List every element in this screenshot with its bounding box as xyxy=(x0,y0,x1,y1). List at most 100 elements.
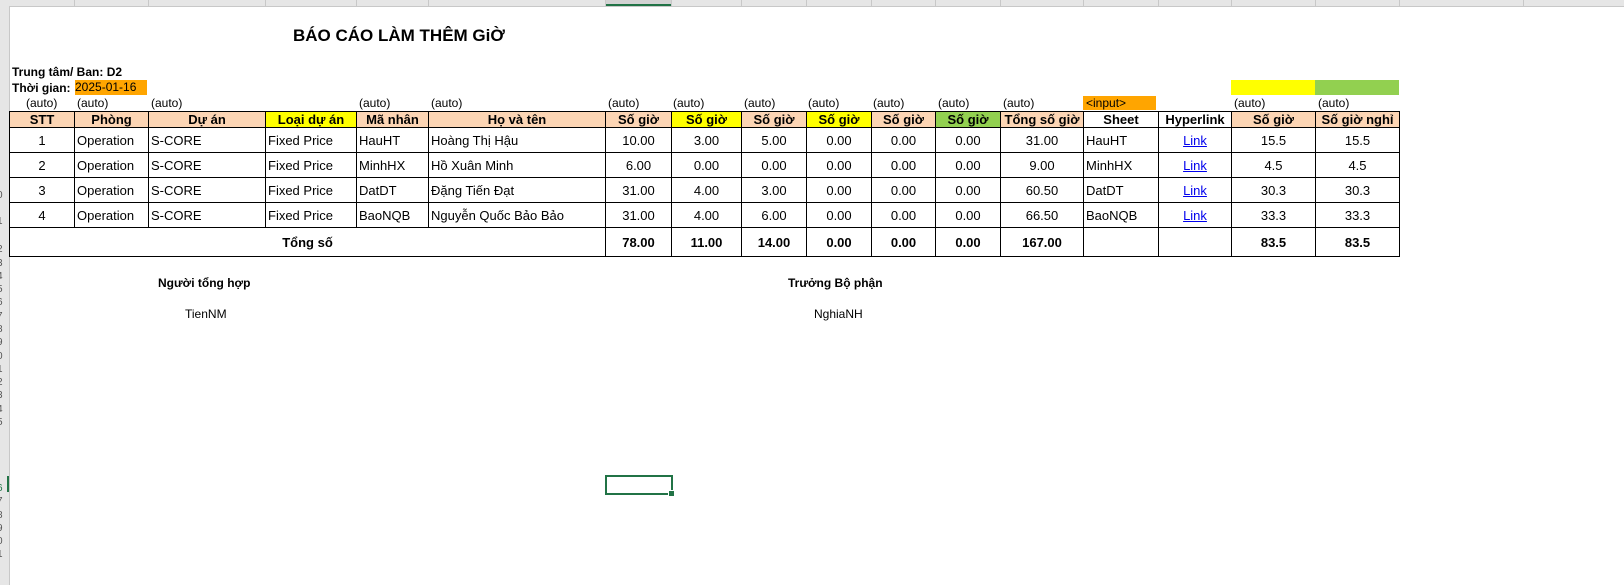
row-number[interactable]: 9 xyxy=(0,338,7,348)
auto-label[interactable]: (auto) xyxy=(1318,96,1349,110)
fill-handle[interactable] xyxy=(668,490,675,497)
cell-stt[interactable]: 3 xyxy=(9,177,75,203)
column-header-strip[interactable] xyxy=(0,0,1624,7)
hyperlink[interactable]: Link xyxy=(1183,158,1207,173)
yellow-swatch-cell[interactable] xyxy=(1231,80,1315,95)
compiler-label[interactable]: Người tổng hợp xyxy=(158,276,250,290)
cell-hours[interactable]: 4.00 xyxy=(671,202,742,228)
cell-full-name[interactable]: Hồ Xuân Minh xyxy=(428,152,606,178)
cell-total-hours[interactable]: 31.00 xyxy=(1000,127,1084,153)
cell-hours[interactable]: 5.00 xyxy=(741,127,807,153)
cell-hours[interactable]: 0.00 xyxy=(935,152,1001,178)
cell-hours[interactable]: 6.00 xyxy=(741,202,807,228)
row-number[interactable]: 5 xyxy=(0,418,7,428)
cell-hours[interactable]: 0.00 xyxy=(806,152,872,178)
header-cell[interactable]: Số giờ nghỉ xyxy=(1315,111,1400,128)
cell-employee-code[interactable]: MinhHX xyxy=(356,152,429,178)
cell-hours-extra[interactable]: 33.3 xyxy=(1231,202,1316,228)
cell-project[interactable]: S-CORE xyxy=(148,177,266,203)
cell-department[interactable]: Operation xyxy=(74,177,149,203)
cell-hours[interactable]: 0.00 xyxy=(806,202,872,228)
cell-project[interactable]: S-CORE xyxy=(148,127,266,153)
time-label[interactable]: Thời gian: xyxy=(12,81,71,95)
cell-sheet[interactable]: HauHT xyxy=(1083,127,1159,153)
cell-hours-extra[interactable]: 4.5 xyxy=(1231,152,1316,178)
cell-employee-code[interactable]: BaoNQB xyxy=(356,202,429,228)
center-line[interactable]: Trung tâm/ Ban: D2 xyxy=(12,65,122,79)
selected-column-header[interactable] xyxy=(605,0,671,6)
green-swatch-cell[interactable] xyxy=(1315,80,1399,95)
row-number[interactable]: 7 xyxy=(0,497,7,507)
row-number[interactable]: 1 xyxy=(0,550,7,560)
total-cell[interactable]: 0.00 xyxy=(871,227,936,257)
row-number[interactable]: 2 xyxy=(0,245,7,255)
cell-stt[interactable]: 4 xyxy=(9,202,75,228)
total-cell-hyperlink[interactable] xyxy=(1158,227,1232,257)
row-number[interactable]: 8 xyxy=(0,325,7,335)
hyperlink[interactable]: Link xyxy=(1183,208,1207,223)
header-cell[interactable]: Sheet xyxy=(1083,111,1159,128)
cell-total-hours[interactable]: 66.50 xyxy=(1000,202,1084,228)
total-label[interactable]: Tổng số xyxy=(9,227,606,257)
cell-full-name[interactable]: Hoàng Thị Hậu xyxy=(428,127,606,153)
cell-hours[interactable]: 0.00 xyxy=(806,177,872,203)
row-number[interactable]: 1 xyxy=(0,217,7,227)
total-cell[interactable]: 167.00 xyxy=(1000,227,1084,257)
cell-hours[interactable]: 0.00 xyxy=(871,202,936,228)
auto-label[interactable]: (auto) xyxy=(873,96,904,110)
cell-hyperlink[interactable]: Link xyxy=(1158,202,1232,228)
header-cell[interactable]: Phòng xyxy=(74,111,149,128)
total-cell[interactable]: 0.00 xyxy=(806,227,872,257)
cell-project[interactable]: S-CORE xyxy=(148,202,266,228)
cell-employee-code[interactable]: HauHT xyxy=(356,127,429,153)
cell-project-type[interactable]: Fixed Price xyxy=(265,177,357,203)
auto-label[interactable]: (auto) xyxy=(744,96,775,110)
row-number[interactable]: 8 xyxy=(0,511,7,521)
cell-hours-extra[interactable]: 15.5 xyxy=(1231,127,1316,153)
cell-project-type[interactable]: Fixed Price xyxy=(265,127,357,153)
hyperlink[interactable]: Link xyxy=(1183,183,1207,198)
cell-hours[interactable]: 4.00 xyxy=(671,177,742,203)
auto-label[interactable]: (auto) xyxy=(938,96,969,110)
header-cell[interactable]: Hyperlink xyxy=(1158,111,1232,128)
cell-total-hours[interactable]: 60.50 xyxy=(1000,177,1084,203)
cell-sheet[interactable]: DatDT xyxy=(1083,177,1159,203)
header-cell[interactable]: Dự án xyxy=(148,111,266,128)
header-cell[interactable]: Số giờ xyxy=(1231,111,1316,128)
header-cell[interactable]: Họ và tên xyxy=(428,111,606,128)
cell-hours[interactable]: 0.00 xyxy=(871,127,936,153)
cell-hours[interactable]: 31.00 xyxy=(605,202,672,228)
header-cell[interactable]: Mã nhân xyxy=(356,111,429,128)
header-cell[interactable]: Tổng số giờ xyxy=(1000,111,1084,128)
active-cell-selection[interactable] xyxy=(605,475,675,497)
cell-project[interactable]: S-CORE xyxy=(148,152,266,178)
cell-leave-hours[interactable]: 4.5 xyxy=(1315,152,1400,178)
row-number[interactable]: 7 xyxy=(0,312,7,322)
cell-sheet[interactable]: MinhHX xyxy=(1083,152,1159,178)
cell-department[interactable]: Operation xyxy=(74,152,149,178)
total-cell[interactable]: 14.00 xyxy=(741,227,807,257)
cell-hyperlink[interactable]: Link xyxy=(1158,177,1232,203)
row-number[interactable]: 5 xyxy=(0,285,7,295)
auto-label[interactable]: (auto) xyxy=(1003,96,1034,110)
header-cell[interactable]: Số giờ xyxy=(871,111,936,128)
auto-label[interactable]: (auto) xyxy=(608,96,639,110)
total-cell[interactable]: 78.00 xyxy=(605,227,672,257)
total-cell[interactable]: 0.00 xyxy=(935,227,1001,257)
report-title[interactable]: BÁO CÁO LÀM THÊM GiỜ xyxy=(293,26,505,46)
time-value-cell[interactable]: 2025-01-16 xyxy=(75,80,147,95)
cell-hours[interactable]: 31.00 xyxy=(605,177,672,203)
cell-hours[interactable]: 0.00 xyxy=(741,152,807,178)
auto-label[interactable]: (auto) xyxy=(26,96,57,110)
auto-label[interactable]: (auto) xyxy=(1234,96,1265,110)
cell-hours[interactable]: 0.00 xyxy=(671,152,742,178)
auto-label[interactable]: (auto) xyxy=(151,96,182,110)
cell-project-type[interactable]: Fixed Price xyxy=(265,152,357,178)
row-number[interactable]: 1 xyxy=(0,365,7,375)
row-number[interactable]: 2 xyxy=(0,378,7,388)
total-cell[interactable]: 11.00 xyxy=(671,227,742,257)
row-number[interactable]: 9 xyxy=(0,524,7,534)
total-cell[interactable]: 83.5 xyxy=(1231,227,1316,257)
cell-hyperlink[interactable]: Link xyxy=(1158,152,1232,178)
cell-full-name[interactable]: Đặng Tiến Đạt xyxy=(428,177,606,203)
